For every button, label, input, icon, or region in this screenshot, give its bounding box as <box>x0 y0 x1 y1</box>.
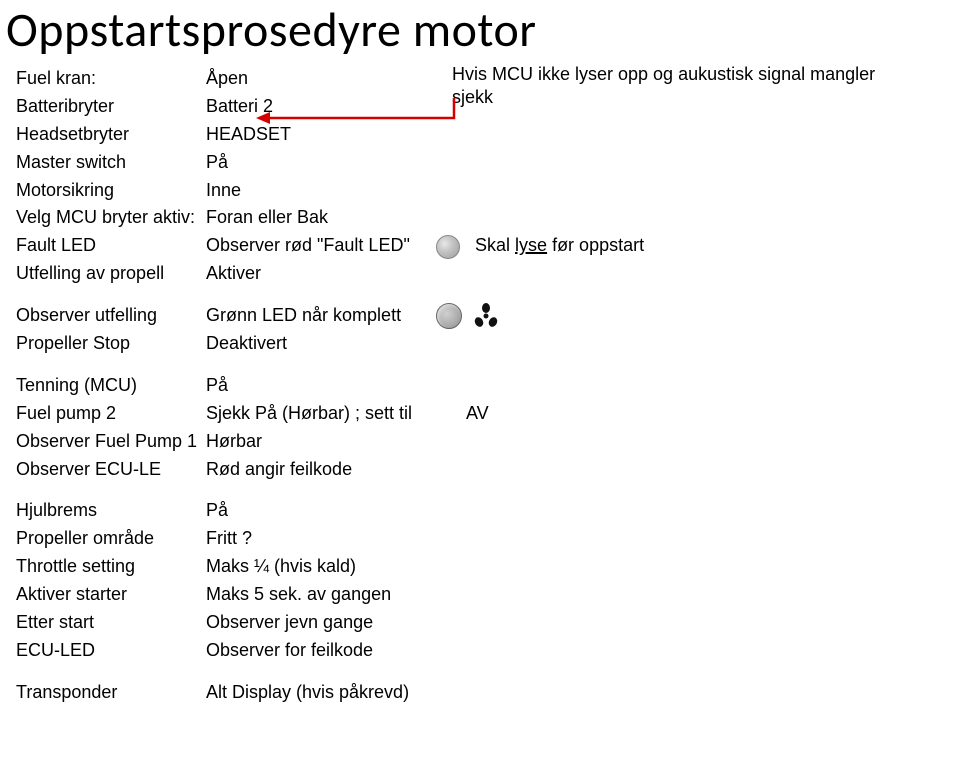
table-row: Headsetbryter HEADSET <box>16 121 960 149</box>
row-label: Aktiver starter <box>16 581 206 609</box>
row-label: Fuel kran: <box>16 65 206 93</box>
row-value: Rød angir feilkode <box>206 456 436 484</box>
row-label: Transponder <box>16 679 206 707</box>
row-note <box>436 302 960 330</box>
table-row: Velg MCU bryter aktiv: Foran eller Bak <box>16 204 960 232</box>
led-green-icon <box>436 303 462 329</box>
row-note: Skal lyse før oppstart <box>436 232 960 260</box>
table-row: Propeller område Fritt ? <box>16 525 960 553</box>
note-prefix: Skal <box>475 235 515 255</box>
row-label: Hjulbrems <box>16 497 206 525</box>
table-row: Fault LED Observer rød "Fault LED" Skal … <box>16 232 960 260</box>
row-label: Throttle setting <box>16 553 206 581</box>
row-label: Velg MCU bryter aktiv: <box>16 204 206 232</box>
propeller-icon <box>473 303 499 329</box>
row-value: Grønn LED når komplett <box>206 302 436 330</box>
note-underline: lyse <box>515 235 547 255</box>
annotation-box: Hvis MCU ikke lyser opp og aukustisk sig… <box>452 63 952 110</box>
row-label: Fault LED <box>16 232 206 260</box>
page-title: Oppstartsprosedyre motor <box>6 0 960 59</box>
row-value: Deaktivert <box>206 330 436 358</box>
row-value: Observer jevn gange <box>206 609 436 637</box>
annotation-line2: sjekk <box>452 87 493 107</box>
table-row: Hjulbrems På <box>16 497 960 525</box>
table-row: Observer utfelling Grønn LED når komplet… <box>16 302 960 330</box>
row-value: Aktiver <box>206 260 436 288</box>
row-label: Master switch <box>16 149 206 177</box>
row-label: Motorsikring <box>16 177 206 205</box>
row-label: Observer utfelling <box>16 302 206 330</box>
row-label: Batteribryter <box>16 93 206 121</box>
row-label: Etter start <box>16 609 206 637</box>
row-value: HEADSET <box>206 121 436 149</box>
table-row: Aktiver starter Maks 5 sek. av gangen <box>16 581 960 609</box>
row-label: Observer ECU-LE <box>16 456 206 484</box>
row-label: ECU-LED <box>16 637 206 665</box>
row-value: På <box>206 149 436 177</box>
row-label: Tenning (MCU) <box>16 372 206 400</box>
row-value: På <box>206 497 436 525</box>
row-label: Observer Fuel Pump 1 <box>16 428 206 456</box>
table-row: Fuel pump 2 Sjekk På (Hørbar) ; sett til… <box>16 400 960 428</box>
row-label: Headsetbryter <box>16 121 206 149</box>
table-row: Observer Fuel Pump 1 Hørbar <box>16 428 960 456</box>
row-value: Maks 5 sek. av gangen <box>206 581 436 609</box>
row-note: AV <box>436 400 960 428</box>
table-row: Tenning (MCU) På <box>16 372 960 400</box>
row-label: Propeller Stop <box>16 330 206 358</box>
table-row: ECU-LED Observer for feilkode <box>16 637 960 665</box>
row-label: Fuel pump 2 <box>16 400 206 428</box>
row-value: Batteri 2 <box>206 93 436 121</box>
led-grey-icon <box>436 235 460 259</box>
annotation-line1: Hvis MCU ikke lyser opp og aukustisk sig… <box>452 64 875 84</box>
table-row: Propeller Stop Deaktivert <box>16 330 960 358</box>
row-value: Sjekk På (Hørbar) ; sett til <box>206 400 436 428</box>
row-label: Utfelling av propell <box>16 260 206 288</box>
table-row: Motorsikring Inne <box>16 177 960 205</box>
row-value: På <box>206 372 436 400</box>
table-row: Transponder Alt Display (hvis påkrevd) <box>16 679 960 707</box>
table-row: Master switch På <box>16 149 960 177</box>
row-value: Observer for feilkode <box>206 637 436 665</box>
row-value: Åpen <box>206 65 436 93</box>
table-row: Etter start Observer jevn gange <box>16 609 960 637</box>
row-value: Inne <box>206 177 436 205</box>
table-row: Observer ECU-LE Rød angir feilkode <box>16 456 960 484</box>
row-value: Foran eller Bak <box>206 204 436 232</box>
table-row: Throttle setting Maks ¼ (hvis kald) <box>16 553 960 581</box>
row-value: Observer rød "Fault LED" <box>206 232 436 260</box>
table-row: Utfelling av propell Aktiver <box>16 260 960 288</box>
content: Hvis MCU ikke lyser opp og aukustisk sig… <box>0 65 960 707</box>
note-suffix: før oppstart <box>547 235 644 255</box>
row-value: Hørbar <box>206 428 436 456</box>
row-value: Alt Display (hvis påkrevd) <box>206 679 436 707</box>
row-label: Propeller område <box>16 525 206 553</box>
row-value: Maks ¼ (hvis kald) <box>206 553 436 581</box>
row-value: Fritt ? <box>206 525 436 553</box>
